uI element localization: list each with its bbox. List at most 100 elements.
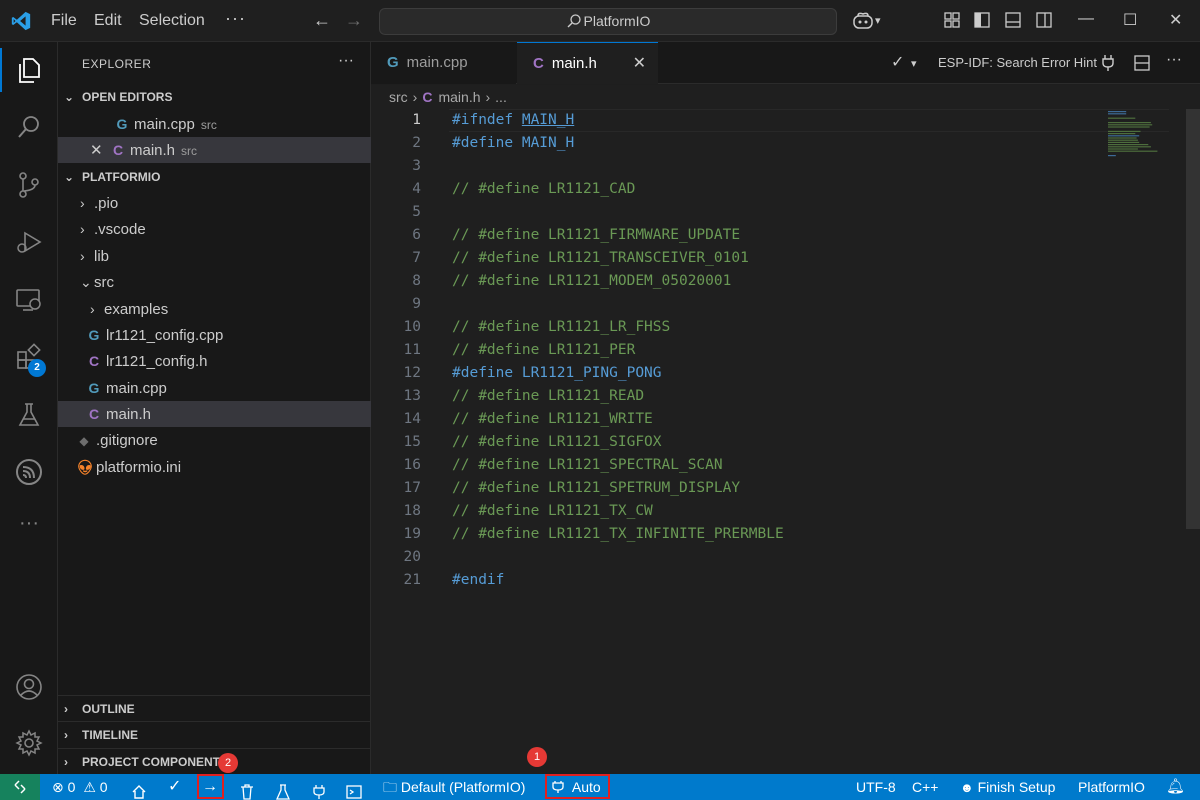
terminal-icon[interactable] xyxy=(346,779,362,800)
finish-setup-button[interactable]: ☻ Finish Setup xyxy=(960,774,1055,800)
scrollbar-thumb[interactable] xyxy=(1186,109,1200,529)
open-editor-main-cpp[interactable]: Gmain.cpp src xyxy=(58,111,371,137)
minimize-button[interactable]: — xyxy=(1078,10,1094,28)
code-line[interactable]: 17 // #define LR1121_SPETRUM_DISPLAY xyxy=(371,477,1200,500)
chevron-down-icon[interactable]: ▾ xyxy=(875,14,881,27)
tree-item-main-h[interactable]: Cmain.h xyxy=(58,401,371,427)
encoding-button[interactable]: UTF-8 xyxy=(856,774,896,800)
code-line[interactable]: 18 // #define LR1121_TX_CW xyxy=(371,500,1200,523)
testing-flask-icon[interactable] xyxy=(14,400,44,430)
plug-icon[interactable] xyxy=(1101,54,1115,72)
code-line[interactable]: 3 xyxy=(371,155,1200,178)
vertical-scrollbar[interactable] xyxy=(1186,109,1200,529)
toggle-secondary-sidebar-icon[interactable] xyxy=(1035,11,1053,29)
build-checkmark-icon[interactable]: ✓ xyxy=(168,774,181,800)
explorer-icon[interactable] xyxy=(14,55,44,85)
code-line[interactable]: 21 #endif xyxy=(371,569,1200,592)
code-text: // #define LR1121_READ xyxy=(452,388,645,404)
esp-idf-error-hint-button[interactable]: ESP-IDF: Search Error Hint xyxy=(938,55,1097,70)
code-line[interactable]: 6 // #define LR1121_FIRMWARE_UPDATE xyxy=(371,224,1200,247)
more-views-icon[interactable]: ··· xyxy=(14,512,44,542)
code-line[interactable]: 2 #define MAIN_H xyxy=(371,132,1200,155)
more-menu-button[interactable]: ··· xyxy=(225,8,246,29)
open-editor-main-h[interactable]: ✕ Cmain.h src xyxy=(58,137,371,163)
menu-selection[interactable]: Selection xyxy=(139,12,205,30)
code-line[interactable]: 10 // #define LR1121_LR_FHSS xyxy=(371,316,1200,339)
copilot-icon[interactable] xyxy=(852,11,874,31)
outline-section-header[interactable]: › OUTLINE xyxy=(58,695,371,721)
code-line[interactable]: 19 // #define LR1121_TX_INFINITE_PRERMBLE xyxy=(371,523,1200,546)
code-line[interactable]: 12 #define LR1121_PING_PONG xyxy=(371,362,1200,385)
tree-item-gitignore[interactable]: ◆ .gitignore xyxy=(58,428,371,454)
code-line[interactable]: 7 // #define LR1121_TRANSCEIVER_0101 xyxy=(371,247,1200,270)
code-line[interactable]: 8 // #define LR1121_MODEM_05020001 xyxy=(371,270,1200,293)
code-line[interactable]: 5 xyxy=(371,201,1200,224)
close-tab-icon[interactable]: ✕ xyxy=(633,43,646,85)
code-editor[interactable]: 1 #ifndef MAIN_H 2 #define MAIN_H 3 4 // #defi… xyxy=(371,109,1200,774)
tab-main-h[interactable]: Cmain.h ✕ xyxy=(517,42,658,84)
tree-item-vscode[interactable]: › .vscode xyxy=(58,216,371,242)
remote-indicator[interactable] xyxy=(0,774,40,800)
language-mode-button[interactable]: C++ xyxy=(912,774,938,800)
project-header[interactable]: ⌄ PLATFORMIO xyxy=(58,165,371,189)
more-actions-button[interactable]: ··· xyxy=(1166,51,1182,69)
split-editor-icon[interactable] xyxy=(1133,54,1151,72)
back-arrow-icon[interactable]: ← xyxy=(313,10,331,31)
command-center-search[interactable]: PlatformIO xyxy=(379,8,837,35)
tree-item-lr1121-config-h[interactable]: Clr1121_config.h xyxy=(58,348,371,374)
clean-trash-icon[interactable] xyxy=(240,779,254,800)
settings-gear-icon[interactable] xyxy=(14,728,44,758)
maximize-button[interactable]: ☐ xyxy=(1123,10,1137,30)
tab-main-cpp[interactable]: Gmain.cpp xyxy=(371,42,516,84)
toggle-primary-sidebar-icon[interactable] xyxy=(973,11,991,29)
tree-item-lr1121-config-cpp[interactable]: Glr1121_config.cpp xyxy=(58,322,371,348)
tree-item-src[interactable]: ⌄ src xyxy=(58,269,371,295)
code-line[interactable]: 1 #ifndef MAIN_H xyxy=(371,109,1200,132)
project-components-section-header[interactable]: › PROJECT COMPONENTS xyxy=(58,748,371,774)
problems-indicator[interactable]: ⊗ 0 ⚠ 0 xyxy=(52,774,108,800)
code-line[interactable]: 20 xyxy=(371,546,1200,569)
platformio-home-icon[interactable] xyxy=(131,779,147,800)
notifications-bell-icon[interactable]: 🔔︎ xyxy=(1166,774,1185,800)
tree-item-pio[interactable]: › .pio xyxy=(58,190,371,216)
checkmark-icon[interactable]: ✓ xyxy=(891,52,904,72)
tree-item-main-cpp[interactable]: Gmain.cpp xyxy=(58,375,371,401)
menu-file[interactable]: File xyxy=(51,12,77,30)
open-editors-header[interactable]: ⌄ OPEN EDITORS xyxy=(58,85,371,109)
search-icon[interactable] xyxy=(14,112,44,142)
platformio-status-button[interactable]: PlatformIO xyxy=(1078,774,1145,800)
esp-idf-icon[interactable] xyxy=(14,457,44,487)
menu-edit[interactable]: Edit xyxy=(94,12,122,30)
forward-arrow-icon[interactable]: → xyxy=(345,10,363,31)
run-debug-icon[interactable] xyxy=(14,227,44,257)
timeline-section-header[interactable]: › TIMELINE xyxy=(58,721,371,747)
close-icon[interactable]: ✕ xyxy=(90,138,110,164)
explorer-more-button[interactable]: ··· xyxy=(338,52,354,70)
close-window-button[interactable]: ✕ xyxy=(1169,10,1182,30)
minimap[interactable] xyxy=(1106,109,1166,169)
code-line[interactable]: 14 // #define LR1121_WRITE xyxy=(371,408,1200,431)
toggle-panel-icon[interactable] xyxy=(1004,11,1022,29)
code-line[interactable]: 13 // #define LR1121_READ xyxy=(371,385,1200,408)
tree-item-platformio-ini[interactable]: 👽︎ platformio.ini xyxy=(58,454,371,480)
breadcrumb-file[interactable]: main.h xyxy=(438,89,480,105)
project-environment-button[interactable]: 🗀 Default (PlatformIO) xyxy=(383,774,525,800)
breadcrumb-folder[interactable]: src xyxy=(389,89,408,105)
code-text: // #define LR1121_WRITE xyxy=(452,411,653,427)
accounts-icon[interactable] xyxy=(14,672,44,702)
breadcrumb-symbols[interactable]: ... xyxy=(495,89,507,105)
serial-monitor-plug-icon[interactable] xyxy=(312,779,326,800)
layout-customize-icon[interactable] xyxy=(943,11,961,29)
test-flask-icon[interactable] xyxy=(276,779,290,800)
tree-item-examples[interactable]: › examples xyxy=(58,296,371,322)
line-number: 18 xyxy=(403,503,421,519)
source-control-icon[interactable] xyxy=(14,170,44,200)
remote-explorer-icon[interactable] xyxy=(14,285,44,315)
tree-item-lib[interactable]: › lib xyxy=(58,243,371,269)
code-line[interactable]: 16 // #define LR1121_SPECTRAL_SCAN xyxy=(371,454,1200,477)
code-line[interactable]: 4 // #define LR1121_CAD xyxy=(371,178,1200,201)
code-line[interactable]: 9 xyxy=(371,293,1200,316)
code-line[interactable]: 15 // #define LR1121_SIGFOX xyxy=(371,431,1200,454)
code-line[interactable]: 11 // #define LR1121_PER xyxy=(371,339,1200,362)
chevron-down-icon[interactable]: ▾ xyxy=(911,57,917,70)
